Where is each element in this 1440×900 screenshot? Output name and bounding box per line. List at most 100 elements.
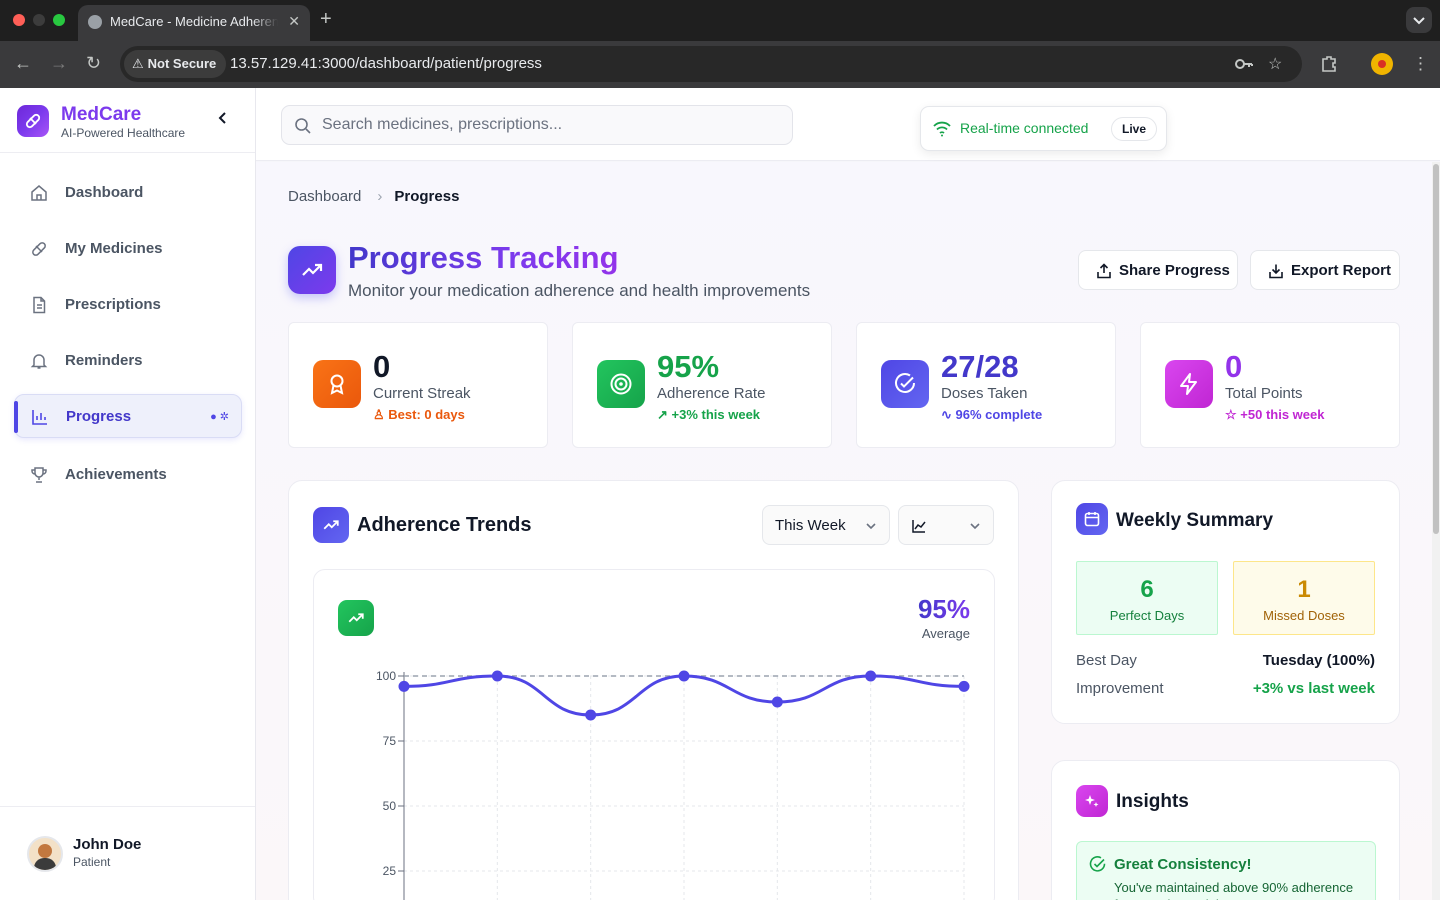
export-report-button[interactable]: Export Report — [1250, 250, 1400, 290]
bell-icon — [30, 354, 48, 369]
missed-doses-label: Missed Doses — [1263, 608, 1345, 623]
adherence-line-chart: 100 75 50 25 — [376, 669, 970, 900]
sidebar-item-my-medicines[interactable]: My Medicines — [14, 227, 242, 271]
security-indicator[interactable]: ⚠ Not Secure — [124, 50, 227, 78]
target-icon — [597, 360, 645, 408]
profile-avatar[interactable] — [1371, 53, 1393, 75]
avatar — [27, 836, 63, 872]
card-title: Weekly Summary — [1116, 510, 1274, 531]
stat-label: Current Streak — [373, 385, 471, 402]
browser-tab[interactable]: MedCare - Medicine Adherence ✕ — [78, 5, 310, 41]
y-tick-label: 25 — [383, 864, 397, 878]
main-scrollbar[interactable] — [1432, 162, 1440, 900]
browser-menu-icon[interactable]: ⋮ — [1412, 54, 1429, 74]
reload-icon[interactable]: ↻ — [86, 53, 101, 74]
brand-tagline: AI-Powered Healthcare — [61, 126, 186, 140]
trending-up-icon — [338, 600, 374, 636]
sidebar-item-dashboard[interactable]: Dashboard — [14, 171, 242, 215]
stat-card-doses-taken: 27/28 Doses Taken ∿ 96% complete — [856, 322, 1116, 448]
data-point — [771, 696, 783, 708]
minimize-window-button[interactable] — [33, 14, 45, 26]
tab-search-button[interactable] — [1406, 7, 1432, 33]
close-window-button[interactable] — [13, 14, 25, 26]
page-subtitle: Monitor your medication adherence and he… — [348, 281, 811, 300]
y-tick-label: 75 — [383, 734, 397, 748]
app-root: MedCare AI-Powered Healthcare Dashboard … — [0, 88, 1440, 900]
sidebar-item-reminders[interactable]: Reminders — [14, 339, 242, 383]
address-bar[interactable]: ⚠ Not Secure 13.57.129.41:3000/dashboard/… — [120, 46, 1302, 82]
url-text[interactable]: 13.57.129.41:3000/dashboard/patient/prog… — [230, 55, 542, 72]
key-icon[interactable] — [1234, 54, 1254, 79]
missed-doses-value: 1 — [1297, 576, 1311, 603]
extensions-icon[interactable] — [1320, 54, 1338, 77]
user-role: Patient — [73, 855, 111, 869]
sidebar-item-achievements[interactable]: Achievements — [14, 453, 242, 497]
bookmark-star-icon[interactable]: ☆ — [1268, 54, 1282, 74]
stat-label: Adherence Rate — [657, 385, 766, 402]
breadcrumb-current: Progress — [394, 188, 460, 205]
average-label: Average — [921, 626, 970, 641]
period-select[interactable]: This Week — [762, 505, 890, 545]
document-icon — [33, 296, 46, 314]
perfect-days-box: 6 Perfect Days — [1076, 561, 1218, 635]
chevron-down-icon — [970, 523, 980, 530]
check-circle-icon — [881, 360, 929, 408]
check-circle-icon — [1089, 856, 1106, 872]
stat-card-current-streak: 0 Current Streak ♙ Best: 0 days — [288, 322, 548, 448]
line-chart-icon — [912, 520, 926, 533]
browser-tab-bar: MedCare - Medicine Adherence ✕ + — [0, 0, 1440, 41]
realtime-status-toast: Real-time connected Live — [920, 106, 1167, 151]
search-icon — [295, 118, 311, 134]
search-placeholder: Search medicines, prescriptions... — [322, 116, 563, 133]
improvement-value: +3% vs last week — [1252, 680, 1375, 697]
download-icon — [1269, 264, 1283, 279]
chevron-down-icon — [866, 523, 876, 530]
missed-doses-box: 1 Missed Doses — [1233, 561, 1375, 635]
perfect-days-value: 6 — [1140, 576, 1154, 603]
collapse-sidebar-button[interactable] — [215, 110, 231, 131]
brand-name: MedCare — [61, 104, 142, 125]
breadcrumb-dashboard-link[interactable]: Dashboard — [288, 188, 361, 205]
stat-label: Doses Taken — [941, 385, 1028, 402]
insight-title: Great Consistency! — [1114, 856, 1252, 873]
back-arrow-icon[interactable]: ← — [14, 53, 32, 74]
adherence-trends-card: Adherence Trends This Week 95% Average 1… — [288, 480, 1019, 900]
sidebar-item-label: Reminders — [65, 352, 143, 369]
data-point — [585, 709, 597, 721]
sidebar-item-progress[interactable]: Progress ● ✲ — [14, 394, 242, 438]
stat-card-total-points: 0 Total Points ☆ +50 this week — [1140, 322, 1400, 448]
tab-close-icon[interactable]: ✕ — [288, 13, 300, 30]
stat-sub: ↗ +3% this week — [657, 407, 761, 422]
card-title: Insights — [1116, 791, 1189, 812]
best-day-label: Best Day — [1076, 652, 1137, 669]
average-value: 95% — [917, 594, 970, 624]
search-input[interactable]: Search medicines, prescriptions... — [281, 105, 793, 145]
award-small-icon: ♙ — [373, 407, 389, 422]
chart-type-select[interactable] — [898, 505, 994, 545]
trending-up-small-icon: ↗ — [657, 407, 672, 422]
data-point — [865, 670, 877, 682]
realtime-status-text: Real-time connected — [960, 120, 1089, 136]
new-tab-button[interactable]: + — [320, 8, 332, 31]
sparkles-icon — [1076, 785, 1108, 817]
sidebar-item-label: Dashboard — [65, 184, 144, 201]
brand-header: MedCare AI-Powered Healthcare — [0, 88, 255, 153]
trophy-icon — [31, 467, 47, 483]
page-title: Progress Tracking — [348, 240, 619, 275]
stat-value: 27/28 — [941, 349, 1019, 384]
insights-card: Insights Great Consistency! You've maint… — [1051, 760, 1400, 900]
scrollbar-thumb[interactable] — [1433, 164, 1439, 534]
calendar-icon — [1076, 503, 1108, 535]
activity-icon: ∿ — [941, 407, 956, 422]
share-progress-button[interactable]: Share Progress — [1078, 250, 1238, 290]
user-profile[interactable]: John Doe Patient — [0, 806, 255, 900]
trend-chart-panel: 95% Average 100 75 50 25 — [313, 569, 995, 900]
chevron-down-icon — [1413, 17, 1425, 25]
browser-toolbar: ← → ↻ ⚠ Not Secure 13.57.129.41:3000/dash… — [0, 41, 1440, 88]
sidebar-item-prescriptions[interactable]: Prescriptions — [14, 283, 242, 327]
stat-sub: ☆ +50 this week — [1225, 407, 1325, 422]
forward-arrow-icon[interactable]: → — [50, 53, 68, 74]
maximize-window-button[interactable] — [53, 14, 65, 26]
stat-sub: ∿ 96% complete — [941, 407, 1043, 422]
zap-icon — [1165, 360, 1213, 408]
